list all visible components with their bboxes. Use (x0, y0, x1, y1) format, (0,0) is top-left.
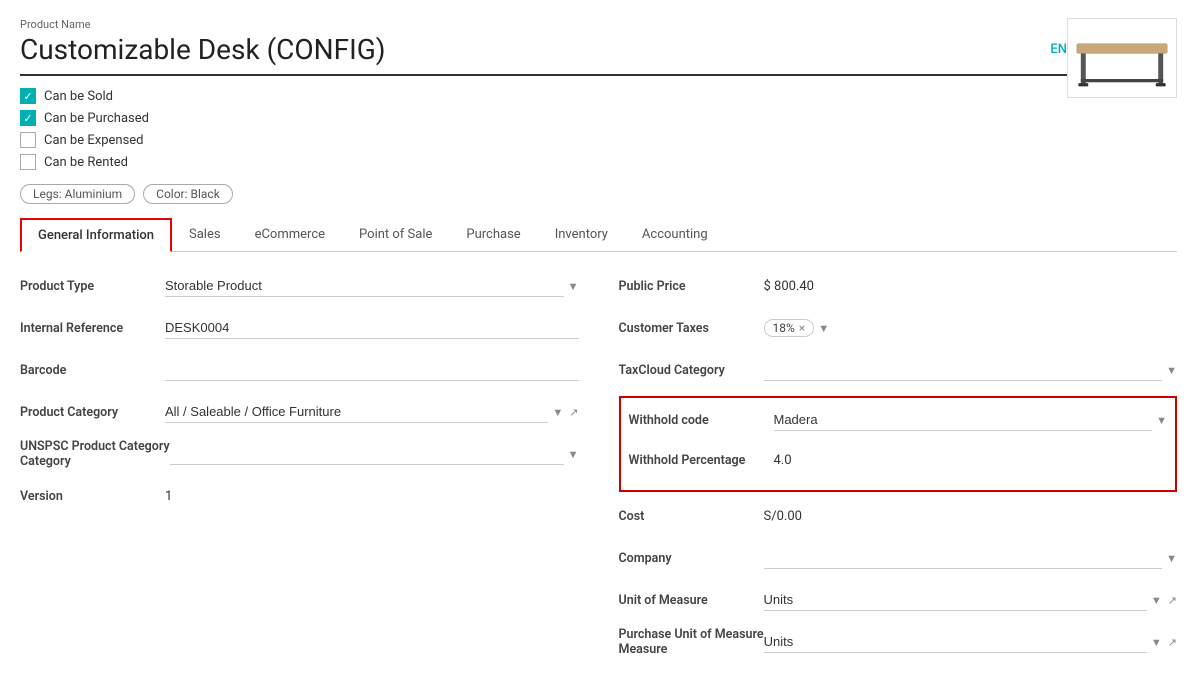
unspsc-row: UNSPSC Product Category Category ▼ (20, 438, 579, 470)
purchase-unit-dropdown-icon: ▼ (1151, 636, 1162, 649)
cost-label: Cost (619, 509, 764, 524)
unspsc-dropdown-icon: ▼ (568, 448, 579, 461)
company-dropdown-icon: ▼ (1166, 552, 1177, 565)
product-type-dropdown-icon: ▼ (568, 280, 579, 293)
language-badge[interactable]: EN (1050, 42, 1067, 57)
can-be-sold-checkbox[interactable] (20, 88, 36, 104)
tab-point-of-sale[interactable]: Point of Sale (342, 218, 449, 252)
tab-accounting[interactable]: Accounting (625, 218, 725, 252)
tag-color[interactable]: Color: Black (143, 184, 233, 204)
unit-of-measure-external-link-icon[interactable]: ↗ (1168, 594, 1177, 607)
version-row: Version 1 (20, 480, 579, 512)
withhold-code-select[interactable]: Madera (774, 409, 1153, 431)
can-be-expensed-row: Can be Expensed (20, 132, 1067, 148)
form-left: Product Type Storable Product Consumable… (20, 270, 579, 668)
product-type-label: Product Type (20, 279, 165, 294)
barcode-row: Barcode (20, 354, 579, 386)
purchase-unit-select[interactable]: Units (764, 631, 1147, 653)
unit-of-measure-label: Unit of Measure (619, 593, 764, 608)
cost-row: Cost S/0.00 (619, 500, 1178, 532)
tag-legs[interactable]: Legs: Aluminium (20, 184, 135, 204)
tab-general-information[interactable]: General Information (20, 218, 172, 252)
unit-of-measure-row: Unit of Measure Units ▼ ↗ (619, 584, 1178, 616)
product-name-label: Product Name (20, 18, 1067, 31)
company-select[interactable] (764, 547, 1163, 569)
unspsc-select[interactable] (170, 443, 564, 465)
product-title: Customizable Desk (CONFIG) (20, 33, 1038, 66)
internal-reference-input[interactable] (165, 317, 579, 339)
product-category-select[interactable]: All / Saleable / Office Furniture (165, 401, 548, 423)
customer-taxes-row: Customer Taxes 18% × ▼ (619, 312, 1178, 344)
can-be-rented-row: Can be Rented (20, 154, 1067, 170)
product-category-dropdown-icon: ▼ (552, 406, 563, 419)
tax-value: 18% (773, 321, 795, 335)
purchase-unit-label: Purchase Unit of Measure Measure (619, 627, 764, 657)
withhold-percentage-label: Withhold Percentage (629, 453, 774, 468)
withhold-percentage-value: 4.0 (774, 453, 1168, 468)
withhold-code-label: Withhold code (629, 413, 774, 428)
version-label: Version (20, 489, 165, 504)
tab-sales[interactable]: Sales (172, 218, 238, 252)
product-type-select[interactable]: Storable Product Consumable Service (165, 275, 564, 297)
tab-ecommerce[interactable]: eCommerce (238, 218, 342, 252)
product-type-row: Product Type Storable Product Consumable… (20, 270, 579, 302)
tax-remove-icon[interactable]: × (799, 321, 805, 335)
barcode-label: Barcode (20, 363, 165, 378)
product-category-row: Product Category All / Saleable / Office… (20, 396, 579, 428)
can-be-purchased-row: Can be Purchased (20, 110, 1067, 126)
internal-reference-row: Internal Reference (20, 312, 579, 344)
unit-of-measure-select[interactable]: Units (764, 589, 1147, 611)
customer-taxes-label: Customer Taxes (619, 321, 764, 336)
withhold-code-dropdown-icon: ▼ (1156, 414, 1167, 427)
internal-reference-label: Internal Reference (20, 321, 165, 336)
taxcloud-select[interactable] (764, 359, 1163, 381)
cost-value: S/0.00 (764, 509, 1178, 524)
can-be-sold-label: Can be Sold (44, 89, 113, 104)
version-value: 1 (165, 489, 579, 504)
unit-of-measure-dropdown-icon: ▼ (1151, 594, 1162, 607)
withhold-percentage-row: Withhold Percentage 4.0 (629, 444, 1168, 476)
taxcloud-row: TaxCloud Category ▼ (619, 354, 1178, 386)
can-be-purchased-checkbox[interactable] (20, 110, 36, 126)
tabs-container: General Information Sales eCommerce Poin… (20, 218, 1177, 252)
taxcloud-dropdown-icon: ▼ (1166, 364, 1177, 377)
can-be-rented-checkbox[interactable] (20, 154, 36, 170)
company-row: Company ▼ (619, 542, 1178, 574)
public-price-label: Public Price (619, 279, 764, 294)
product-category-label: Product Category (20, 405, 165, 420)
can-be-purchased-label: Can be Purchased (44, 111, 149, 126)
withhold-section: Withhold code Madera ▼ Withhold Percenta… (619, 396, 1178, 492)
withhold-code-row: Withhold code Madera ▼ (629, 404, 1168, 436)
barcode-input[interactable] (165, 359, 579, 381)
can-be-expensed-label: Can be Expensed (44, 133, 144, 148)
can-be-expensed-checkbox[interactable] (20, 132, 36, 148)
taxcloud-label: TaxCloud Category (619, 363, 764, 378)
can-be-rented-label: Can be Rented (44, 155, 128, 170)
product-image (1067, 18, 1177, 98)
public-price-row: Public Price $ 800.40 (619, 270, 1178, 302)
can-be-sold-row: Can be Sold (20, 88, 1067, 104)
tab-inventory[interactable]: Inventory (538, 218, 625, 252)
purchase-unit-row: Purchase Unit of Measure Measure Units ▼… (619, 626, 1178, 658)
form-right: Public Price $ 800.40 Customer Taxes 18%… (619, 270, 1178, 668)
customer-taxes-badge: 18% × (764, 319, 815, 337)
company-label: Company (619, 551, 764, 566)
purchase-unit-external-link-icon[interactable]: ↗ (1168, 636, 1177, 649)
public-price-value: $ 800.40 (764, 279, 1178, 294)
customer-taxes-dropdown-icon: ▼ (818, 322, 829, 335)
tab-purchase[interactable]: Purchase (449, 218, 537, 252)
unspsc-label: UNSPSC Product Category Category (20, 439, 170, 469)
product-category-external-link-icon[interactable]: ↗ (569, 406, 578, 419)
